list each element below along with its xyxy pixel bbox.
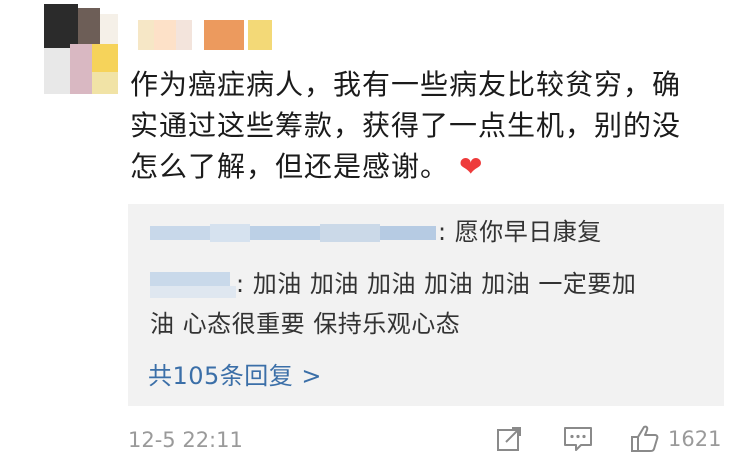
comment-icon <box>564 427 592 451</box>
username-blurred[interactable] <box>138 20 298 50</box>
avatar-pixel <box>100 14 118 44</box>
username-pixel <box>176 20 192 50</box>
thumbs-up-icon <box>631 425 659 452</box>
view-more-replies-link[interactable]: 共105条回复 > <box>148 356 322 391</box>
reply-item[interactable]: : 愿你早日康复 <box>150 214 602 250</box>
comment-line: 怎么了解，但还是感谢。 ❤ <box>130 146 730 187</box>
reply-text: : 愿你早日康复 <box>438 218 602 246</box>
reply-continuation: 油 心态很重要 保持乐观心态 <box>150 310 461 338</box>
avatar[interactable] <box>44 4 118 94</box>
like-button[interactable]: 1621 <box>630 424 721 454</box>
reply-text: : 加油 加油 加油 加油 加油 一定要加 <box>236 270 637 298</box>
comment-line-text: 怎么了解，但还是感谢。 <box>130 150 450 183</box>
comment-body: 作为癌症病人，我有一些病友比较贫穷，确 实通过这些筹款，获得了一点生机，别的没 … <box>130 64 730 187</box>
comment-button[interactable] <box>562 424 594 458</box>
reply-item[interactable]: : 加油 加油 加油 加油 加油 一定要加 <box>150 266 636 302</box>
comment-line: 实通过这些筹款，获得了一点生机，别的没 <box>130 109 682 142</box>
comment-line: 作为癌症病人，我有一些病友比较贫穷，确 <box>130 68 682 101</box>
avatar-pixel <box>92 44 118 72</box>
avatar-pixel <box>44 4 78 48</box>
avatar-pixel <box>44 48 70 94</box>
share-icon <box>497 427 521 451</box>
username-pixel <box>204 20 244 50</box>
timestamp: 12-5 22:11 <box>128 428 243 452</box>
username-pixel <box>154 20 176 50</box>
username-pixel <box>138 20 154 50</box>
red-heart-icon: ❤ <box>459 150 484 183</box>
share-button[interactable] <box>494 424 524 458</box>
username-pixel <box>248 20 272 50</box>
avatar-pixel <box>92 72 118 94</box>
reply-username-blurred <box>150 218 438 248</box>
like-count: 1621 <box>668 427 722 451</box>
reply-username-blurred <box>150 270 236 300</box>
avatar-pixel <box>70 44 92 94</box>
avatar-pixel <box>78 8 100 44</box>
